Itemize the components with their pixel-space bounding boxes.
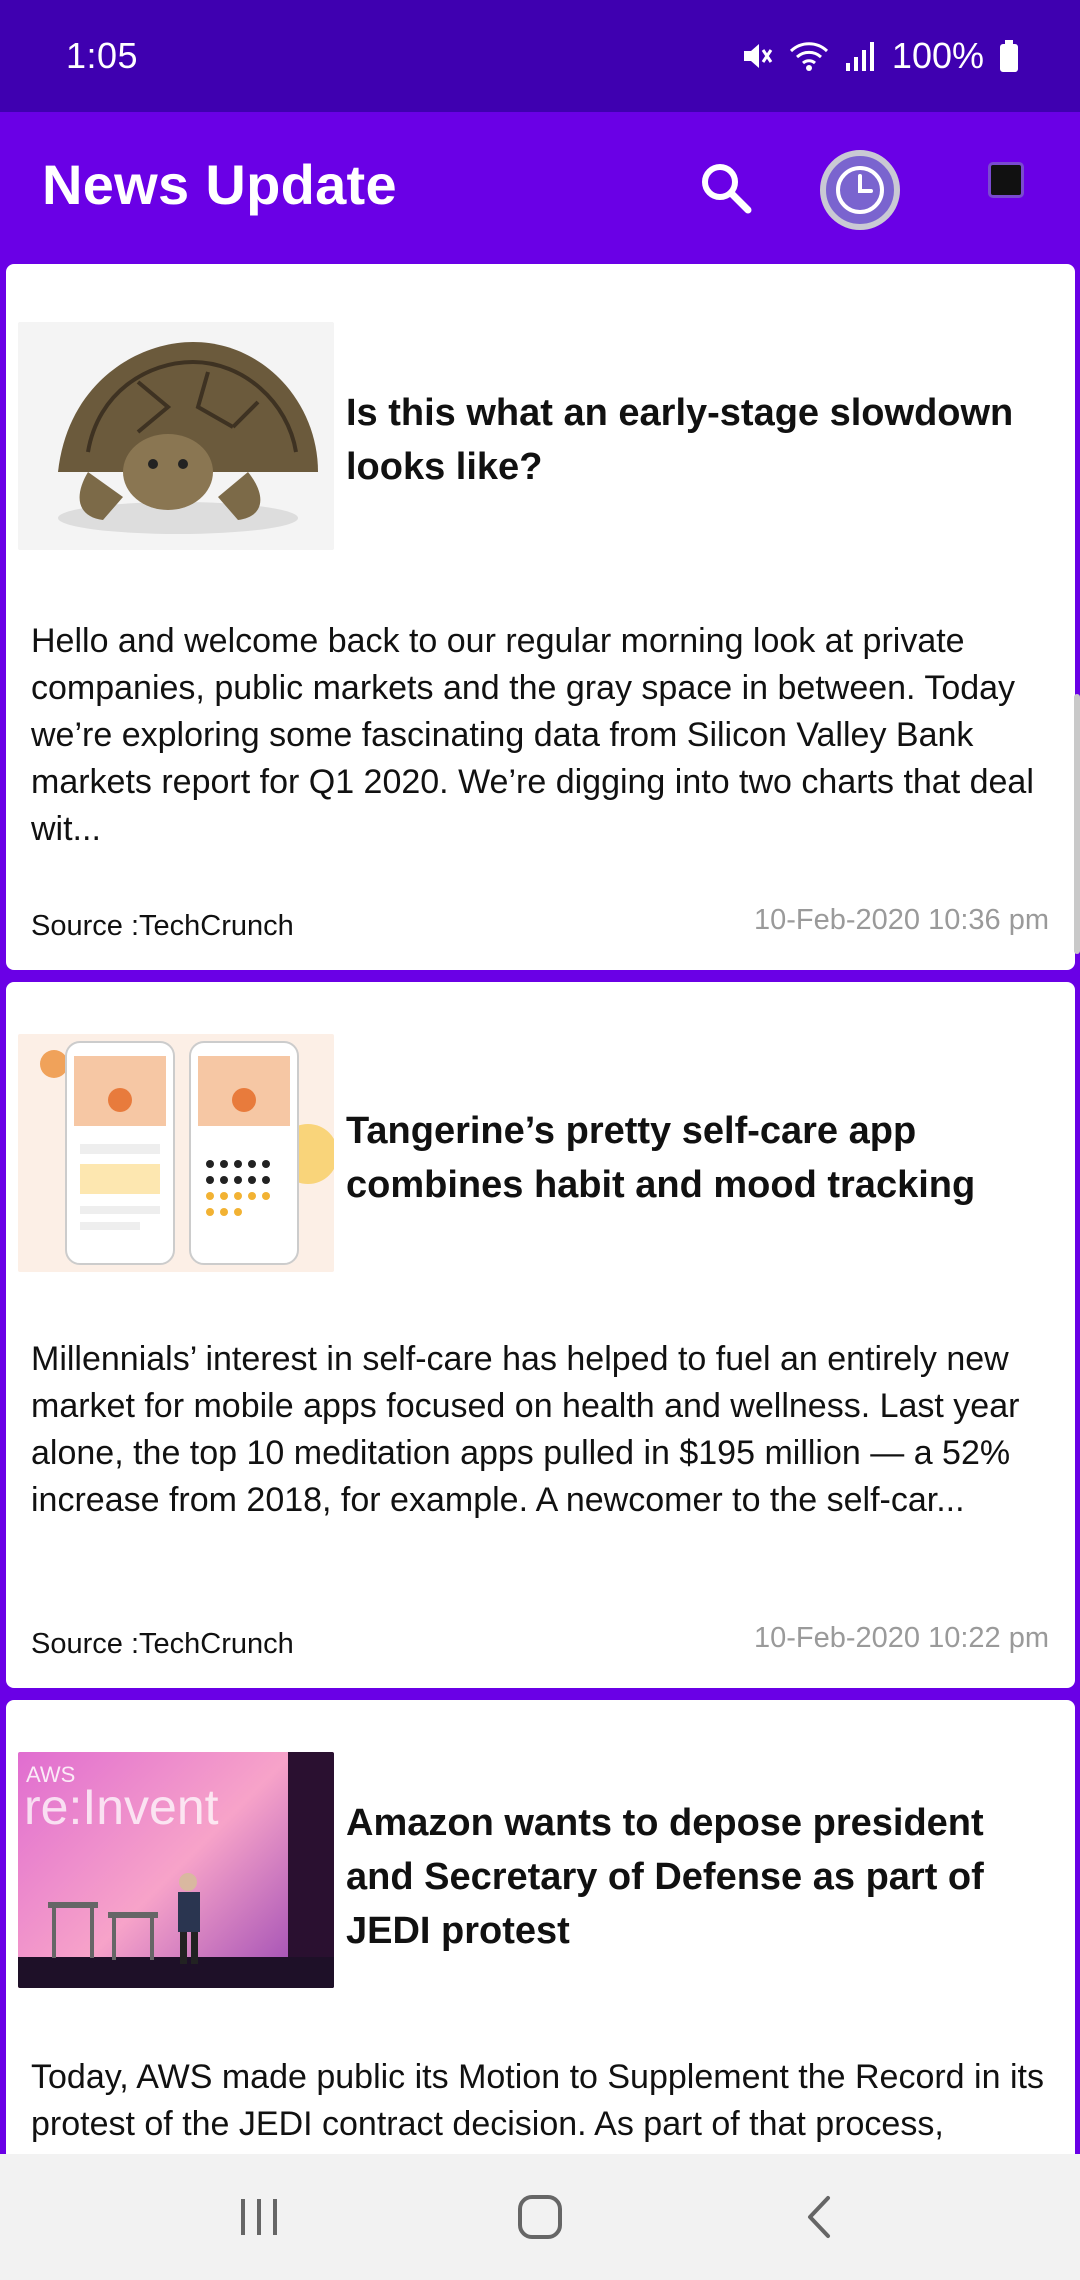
article-image-tortoise — [18, 322, 334, 550]
article-date: 10-Feb-2020 10:22 pm — [753, 1622, 1049, 1654]
article-title[interactable]: Tangerine’s pretty self-care app combine… — [346, 1104, 1056, 1212]
status-bar: 1:05 100% — [0, 0, 1080, 112]
battery-icon — [998, 39, 1020, 73]
status-icons: 100% — [740, 35, 1020, 77]
back-button[interactable] — [780, 2177, 860, 2257]
recents-icon — [241, 2199, 277, 2235]
news-card[interactable]: Is this what an early-stage slowdown loo… — [6, 264, 1075, 970]
news-card[interactable]: Tangerine’s pretty self-care app combine… — [6, 982, 1075, 1688]
history-button[interactable] — [820, 150, 900, 230]
search-button[interactable] — [694, 156, 758, 220]
article-image-app-screens — [18, 1034, 334, 1272]
wifi-icon — [788, 39, 830, 73]
mute-icon — [740, 39, 774, 73]
article-description: Today, AWS made public its Motion to Sup… — [31, 2058, 1044, 2143]
search-icon — [702, 164, 752, 214]
image-text-reinvent: re:Invent — [24, 1779, 219, 1835]
article-source: Source :TechCrunch — [31, 1628, 294, 1660]
recents-button[interactable] — [220, 2177, 300, 2257]
battery-text: 100% — [891, 35, 984, 76]
back-icon — [808, 2196, 830, 2238]
news-feed[interactable]: Is this what an early-stage slowdown loo… — [0, 264, 1080, 2154]
article-date: 10-Feb-2020 10:36 pm — [753, 904, 1049, 936]
article-image-aws-reinvent: AWS re:Invent — [18, 1752, 334, 1988]
stop-button[interactable] — [988, 162, 1024, 198]
article-description: Hello and welcome back to our regular mo… — [31, 622, 1034, 848]
article-source: Source :TechCrunch — [31, 910, 294, 942]
app-bar: News Update — [0, 112, 1080, 264]
home-button[interactable] — [500, 2177, 580, 2257]
news-card[interactable]: AWS re:Invent Amazon wants to depose pre… — [6, 1700, 1075, 2154]
system-nav-bar — [0, 2154, 1080, 2280]
scrollbar[interactable] — [1074, 694, 1080, 954]
app-title: News Update — [42, 153, 397, 216]
article-title[interactable]: Is this what an early-stage slowdown loo… — [346, 386, 1056, 494]
history-icon — [836, 166, 884, 214]
home-icon — [518, 2195, 562, 2239]
status-time: 1:05 — [66, 35, 139, 76]
article-title[interactable]: Amazon wants to depose president and Sec… — [346, 1796, 1056, 1958]
article-description: Millennials’ interest in self-care has h… — [31, 1340, 1020, 1519]
signal-icon — [844, 39, 878, 73]
